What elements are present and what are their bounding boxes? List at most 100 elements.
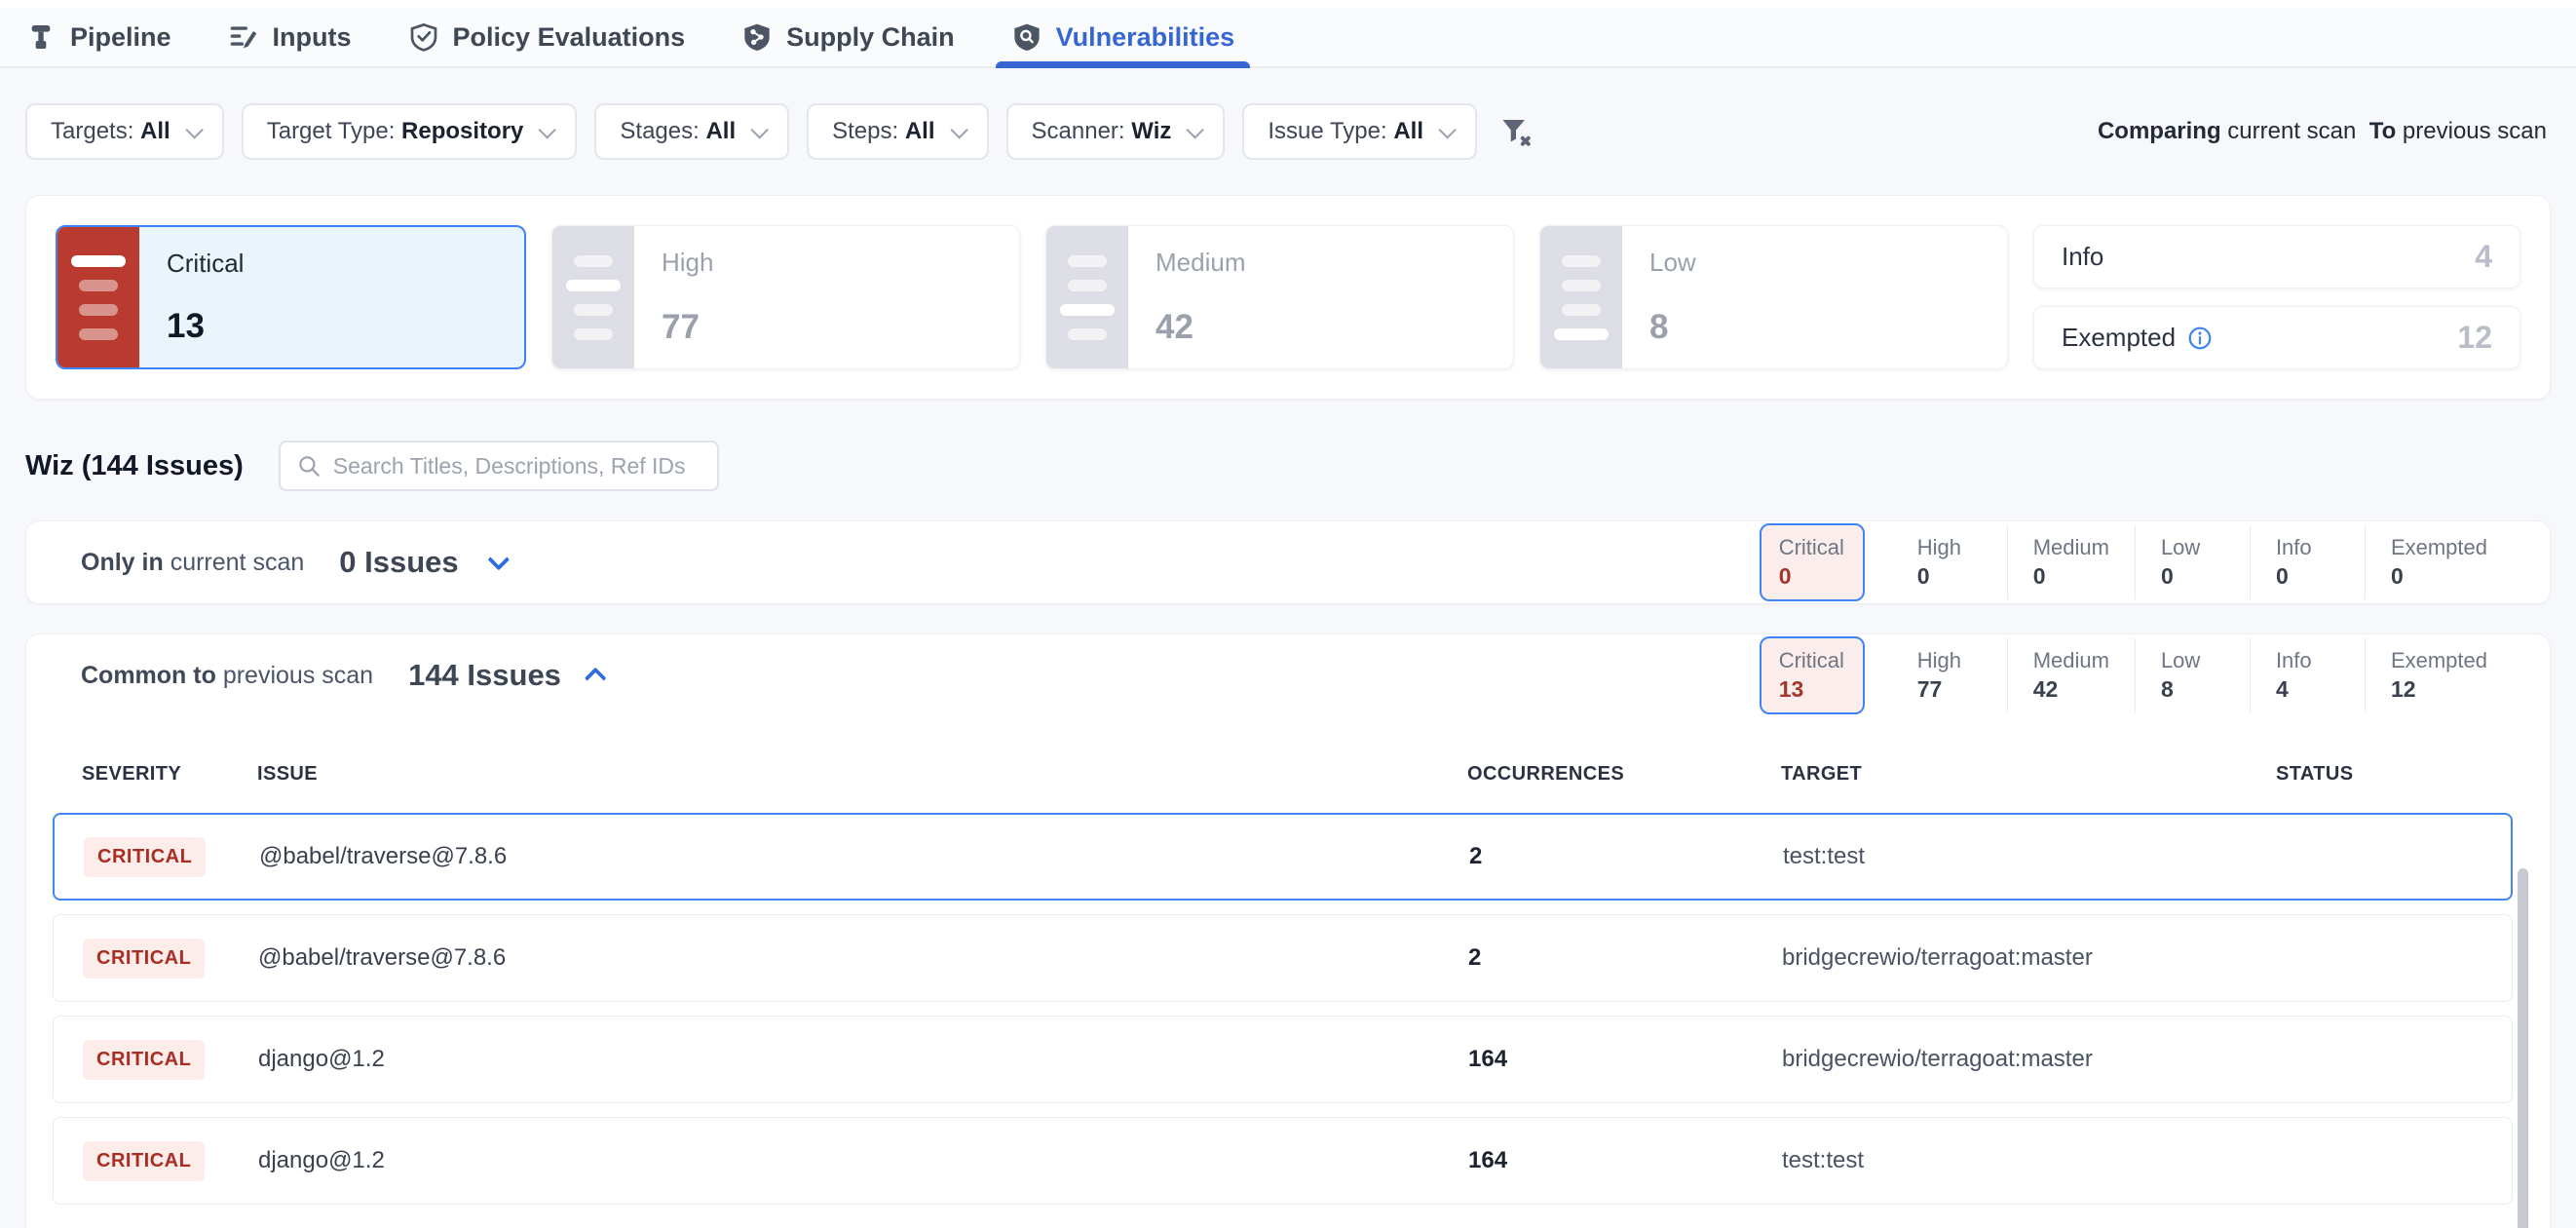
severity-card-label: Critical (167, 249, 497, 279)
occurrences-cell: 164 (1468, 1147, 1782, 1174)
top-strip (0, 0, 2576, 8)
scanner-heading: Wiz (144 Issues) (25, 450, 244, 482)
section-toggle-common-previous[interactable]: Common to previous scan 144 Issues (81, 658, 606, 693)
severity-card-low[interactable]: Low 8 (1539, 225, 2008, 369)
chevron-up-icon[interactable] (585, 668, 607, 690)
tab-label: Pipeline (70, 22, 171, 53)
filter-issue-type[interactable]: Issue Type: All (1242, 103, 1477, 160)
occurrences-cell: 164 (1468, 1046, 1782, 1073)
table-row[interactable]: CRITICAL django@1.2 164 test:test (53, 1117, 2513, 1205)
section-issue-count: 144 Issues (408, 658, 561, 693)
section-common-previous-scan: Common to previous scan 144 Issues Criti… (25, 633, 2551, 1228)
chip-low[interactable]: Low 8 (2135, 638, 2250, 712)
column-header-issue: ISSUE (257, 763, 1467, 786)
filter-label: Scanner: Wiz (1032, 118, 1172, 145)
severity-card-medium[interactable]: Medium 42 (1045, 225, 1514, 369)
filter-target-type[interactable]: Target Type: Repository (242, 103, 578, 160)
tab-pipeline[interactable]: Pipeline (25, 8, 171, 66)
severity-badge: CRITICAL (83, 1040, 205, 1080)
severity-badge: CRITICAL (83, 939, 205, 979)
filter-label: Targets: All (51, 118, 170, 145)
tab-policy-evaluations[interactable]: Policy Evaluations (408, 8, 686, 66)
chevron-down-icon (950, 121, 967, 138)
inputs-icon (228, 21, 259, 53)
search-box (279, 441, 719, 491)
chevron-down-icon (185, 121, 203, 138)
section-issue-count: 0 Issues (339, 545, 458, 580)
side-cards-column: Info 4 Exempted 12 (2033, 225, 2520, 369)
severity-card-count: 8 (1649, 308, 1980, 347)
chevron-down-icon (539, 121, 556, 138)
severity-level-icon (57, 227, 139, 367)
table-row[interactable]: CRITICAL django@1.2 164 bridgecrewio/ter… (53, 1016, 2513, 1103)
filter-label: Target Type: Repository (267, 118, 524, 145)
side-card-count: 12 (2457, 320, 2492, 356)
issues-table: SEVERITY ISSUE OCCURRENCES TARGET STATUS… (53, 763, 2513, 1205)
chip-info[interactable]: Info 4 (2250, 638, 2365, 712)
vulnerabilities-shield-icon (1011, 21, 1042, 53)
tab-label: Supply Chain (786, 22, 955, 53)
table-header-row: SEVERITY ISSUE OCCURRENCES TARGET STATUS (53, 763, 2513, 786)
filter-targets[interactable]: Targets: All (25, 103, 224, 160)
filter-label: Issue Type: All (1268, 118, 1423, 145)
scanner-header-row: Wiz (144 Issues) (0, 441, 2576, 491)
chip-exempted[interactable]: Exempted 0 (2365, 525, 2513, 599)
filter-label: Steps: All (832, 118, 934, 145)
chip-exempted[interactable]: Exempted 12 (2365, 638, 2513, 712)
side-card-count: 4 (2475, 239, 2492, 275)
severity-card-label: Low (1649, 248, 1980, 278)
severity-level-icon (1540, 226, 1622, 368)
filter-clear-icon (1498, 114, 1534, 149)
column-header-status: STATUS (2276, 763, 2513, 786)
chip-critical[interactable]: Critical 13 (1760, 636, 1865, 714)
tab-bar: Pipeline Inputs Policy Evaluations Suppl… (0, 8, 2576, 68)
target-cell: test:test (1782, 1147, 2277, 1174)
pipeline-icon (25, 21, 57, 53)
chip-info[interactable]: Info 0 (2250, 525, 2365, 599)
severity-card-count: 13 (167, 307, 497, 346)
vertical-scrollbar[interactable] (2518, 868, 2528, 1228)
table-row[interactable]: CRITICAL @babel/traverse@7.8.6 2 bridgec… (53, 914, 2513, 1002)
severity-card-info[interactable]: Info 4 (2033, 225, 2520, 288)
severity-card-label: High (662, 248, 992, 278)
filter-stages[interactable]: Stages: All (594, 103, 789, 160)
severity-card-exempted[interactable]: Exempted 12 (2033, 306, 2520, 369)
column-header-occurrences: OCCURRENCES (1467, 763, 1781, 786)
section-toggle-only-current[interactable]: Only in current scan 0 Issues (81, 545, 504, 580)
tab-inputs[interactable]: Inputs (228, 8, 352, 66)
filter-scanner[interactable]: Scanner: Wiz (1006, 103, 1226, 160)
chip-high[interactable]: High 77 (1892, 638, 2007, 712)
severity-card-count: 42 (1155, 308, 1486, 347)
table-row[interactable]: CRITICAL @babel/traverse@7.8.6 2 test:te… (53, 813, 2513, 901)
filter-steps[interactable]: Steps: All (807, 103, 988, 160)
severity-badge: CRITICAL (83, 1141, 205, 1181)
column-header-target: TARGET (1781, 763, 2276, 786)
chip-low[interactable]: Low 0 (2135, 525, 2250, 599)
severity-level-icon (1046, 226, 1128, 368)
chip-high[interactable]: High 0 (1892, 525, 2007, 599)
severity-card-critical[interactable]: Critical 13 (56, 225, 526, 369)
search-input[interactable] (333, 453, 701, 480)
comparing-label: Comparing current scan To previous scan (2098, 118, 2547, 145)
column-header-severity: SEVERITY (82, 763, 257, 786)
issue-cell: @babel/traverse@7.8.6 (259, 843, 1469, 870)
severity-badge: CRITICAL (84, 837, 206, 877)
tab-label: Inputs (273, 22, 352, 53)
chevron-down-icon (751, 121, 769, 138)
target-cell: bridgecrewio/terragoat:master (1782, 1046, 2277, 1073)
chevron-down-icon (1187, 121, 1204, 138)
supply-chain-shield-icon (741, 21, 773, 53)
chevron-down-icon[interactable] (487, 549, 510, 571)
filter-label: Stages: All (620, 118, 736, 145)
tab-label: Vulnerabilities (1056, 22, 1235, 53)
clear-filters-button[interactable] (1498, 114, 1534, 149)
side-card-label: Info (2062, 242, 2103, 272)
chip-medium[interactable]: Medium 42 (2007, 638, 2135, 712)
severity-card-high[interactable]: High 77 (551, 225, 1020, 369)
chevron-down-icon (1438, 121, 1456, 138)
chip-critical[interactable]: Critical 0 (1760, 523, 1865, 601)
tab-supply-chain[interactable]: Supply Chain (741, 8, 955, 66)
tab-vulnerabilities[interactable]: Vulnerabilities (1011, 8, 1235, 66)
section-title: Only in current scan (81, 549, 304, 577)
chip-medium[interactable]: Medium 0 (2007, 525, 2135, 599)
